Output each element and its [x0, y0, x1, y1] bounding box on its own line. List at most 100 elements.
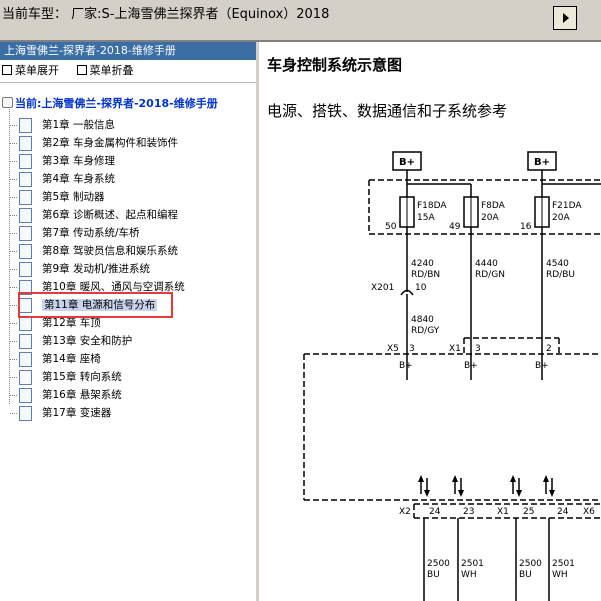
- tree-item-ch13[interactable]: 第13章 安全和防护: [10, 332, 132, 350]
- svg-text:X2: X2: [399, 507, 411, 517]
- svg-text:4540: 4540: [546, 259, 569, 269]
- tree-item-label: 第17章 变速器: [42, 407, 112, 419]
- svg-text:X6: X6: [583, 507, 595, 517]
- document-icon: [19, 333, 32, 349]
- tree-item-label: 第9章 发动机/推进系统: [42, 263, 151, 275]
- svg-text:4440: 4440: [475, 259, 498, 269]
- svg-text:2501: 2501: [461, 559, 484, 569]
- svg-text:3: 3: [475, 344, 481, 354]
- document-icon: [19, 405, 32, 421]
- tree-item-label: 第1章 一般信息: [42, 119, 116, 131]
- tree-item-ch17[interactable]: 第17章 变速器: [10, 404, 111, 422]
- bplus-label-1: B+: [392, 151, 422, 171]
- tree-item-label: 第8章 驾驶员信息和娱乐系统: [42, 245, 179, 257]
- title-bar: 当前车型： 厂家:S-上海雪佛兰探界者（Equinox）2018: [0, 0, 601, 40]
- svg-text:F21DA: F21DA: [552, 201, 582, 211]
- svg-text:20A: 20A: [552, 213, 570, 223]
- tree-item-ch3[interactable]: 第3章 车身修理: [10, 152, 115, 170]
- sidebar-header: 上海雪佛兰-探界者-2018-维修手册: [0, 42, 256, 60]
- tree-item-ch14[interactable]: 第14章 座椅: [10, 350, 101, 368]
- document-icon: [19, 117, 32, 133]
- svg-text:RD/GN: RD/GN: [475, 270, 505, 280]
- document-icon: [19, 225, 32, 241]
- collapse-menu-button[interactable]: 菜单折叠: [76, 64, 134, 77]
- content-pane: 车身控制系统示意图 电源、搭铁、数据通信和子系统参考 B+ B+ F18DA 1…: [259, 42, 601, 601]
- tree-root[interactable]: 当前:上海雪佛兰-探界者-2018-维修手册: [2, 95, 218, 111]
- svg-text:16: 16: [520, 222, 532, 232]
- document-icon: [19, 243, 32, 259]
- svg-text:RD/BU: RD/BU: [546, 270, 575, 280]
- folder-icon: [2, 97, 13, 108]
- tree-item-ch4[interactable]: 第4章 车身系统: [10, 170, 115, 188]
- page-subtitle: 电源、搭铁、数据通信和子系统参考: [267, 102, 508, 120]
- svg-text:X1: X1: [497, 507, 509, 517]
- collapse-menu-label: 菜单折叠: [89, 64, 134, 77]
- tree-item-ch1[interactable]: 第1章 一般信息: [10, 116, 115, 134]
- svg-text:4840: 4840: [411, 315, 434, 325]
- tree-item-label: 第12章 车顶: [42, 317, 101, 329]
- svg-text:50: 50: [385, 222, 397, 232]
- svg-text:X201: X201: [371, 283, 394, 293]
- svg-text:25: 25: [523, 507, 534, 517]
- svg-text:3: 3: [409, 344, 415, 354]
- tree-item-label: 第15章 转向系统: [42, 371, 122, 383]
- svg-text:10: 10: [415, 283, 427, 293]
- tree-root-label: 当前:上海雪佛兰-探界者-2018-维修手册: [15, 97, 218, 110]
- document-icon: [19, 351, 32, 367]
- svg-text:23: 23: [463, 507, 474, 517]
- document-icon: [19, 369, 32, 385]
- fuse-f8da: F8DA 20A 49: [449, 196, 506, 232]
- svg-text:49: 49: [449, 222, 461, 232]
- svg-text:B+: B+: [534, 157, 550, 168]
- document-icon: [19, 261, 32, 277]
- tree-item-ch7[interactable]: 第7章 传动系统/车桥: [10, 224, 140, 242]
- tree-item-ch8[interactable]: 第8章 驾驶员信息和娱乐系统: [10, 242, 178, 260]
- tree-item-label: 第3章 车身修理: [42, 155, 116, 167]
- document-icon: [19, 171, 32, 187]
- tree-item-label: 第13章 安全和防护: [42, 335, 133, 347]
- sidebar: 上海雪佛兰-探界者-2018-维修手册 菜单展开 菜单折叠 当前:上海雪佛兰-探…: [0, 42, 259, 601]
- tree-item-ch5[interactable]: 第5章 制动器: [10, 188, 105, 206]
- selection-highlight-box: [18, 292, 173, 318]
- svg-text:B+: B+: [464, 361, 478, 371]
- svg-text:B+: B+: [399, 157, 415, 168]
- tree-item-ch6[interactable]: 第6章 诊断概述、起点和编程: [10, 206, 178, 224]
- svg-text:2501: 2501: [552, 559, 575, 569]
- fuse-f21da: F21DA 20A 16: [520, 196, 582, 232]
- svg-text:2500: 2500: [519, 559, 542, 569]
- window-title: 当前车型： 厂家:S-上海雪佛兰探界者（Equinox）2018: [2, 7, 330, 22]
- expand-menu-label: 菜单展开: [15, 64, 59, 77]
- svg-text:F8DA: F8DA: [481, 201, 506, 211]
- document-icon: [19, 135, 32, 151]
- document-icon: [19, 387, 32, 403]
- fuse-f18da: F18DA 15A 50: [385, 196, 447, 232]
- document-icon: [19, 207, 32, 223]
- svg-text:X1: X1: [449, 344, 461, 354]
- page-title: 车身控制系统示意图: [267, 56, 403, 74]
- tree-item-ch2[interactable]: 第2章 车身金属构件和装饰件: [10, 134, 178, 152]
- svg-text:BU: BU: [519, 570, 532, 580]
- svg-text:WH: WH: [461, 570, 477, 580]
- expand-menu-button[interactable]: 菜单展开: [2, 64, 59, 77]
- tree-item-label: 第2章 车身金属构件和装饰件: [42, 137, 179, 149]
- tree-item-ch15[interactable]: 第15章 转向系统: [10, 368, 122, 386]
- expand-icon: [2, 65, 12, 75]
- tree-item-ch9[interactable]: 第9章 发动机/推进系统: [10, 260, 150, 278]
- module-connectors-bottom: X2 24 23 X1 25 24 X6 2500 BU 2501 WH 250…: [399, 475, 601, 601]
- wire-label: 4240: [411, 259, 434, 269]
- tree-item-label: 第6章 诊断概述、起点和编程: [42, 209, 179, 221]
- tree-item-ch16[interactable]: 第16章 悬架系统: [10, 386, 122, 404]
- svg-text:RD/GY: RD/GY: [411, 326, 440, 336]
- svg-text:24: 24: [557, 507, 569, 517]
- tree-item-label: 第14章 座椅: [42, 353, 101, 365]
- nav-arrow-button[interactable]: [553, 6, 577, 30]
- svg-text:BU: BU: [427, 570, 440, 580]
- tree-item-label: 第16章 悬架系统: [42, 389, 122, 401]
- svg-text:B+: B+: [535, 361, 549, 371]
- svg-text:WH: WH: [552, 570, 568, 580]
- collapse-icon: [76, 65, 87, 75]
- bplus-label-2: B+: [527, 151, 557, 171]
- document-icon: [19, 189, 32, 205]
- document-icon: [19, 153, 32, 169]
- tree-item-label: 第7章 传动系统/车桥: [42, 227, 140, 239]
